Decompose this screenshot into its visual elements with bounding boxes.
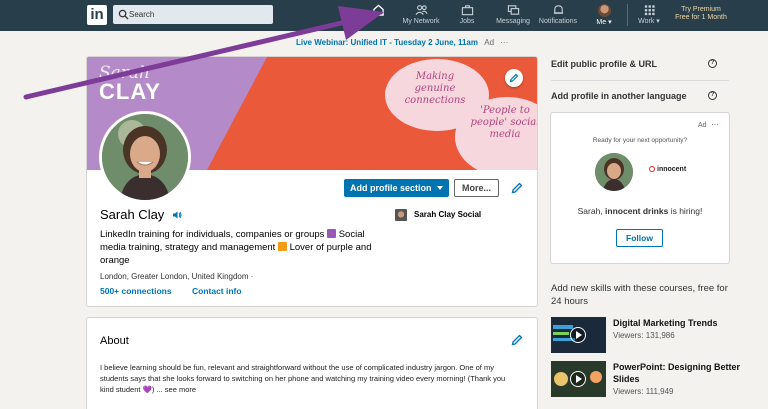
messaging-icon (507, 5, 519, 15)
ad-company-name: innocent (657, 166, 687, 173)
ad-message-company: innocent drinks (605, 206, 669, 216)
ad-message-part-1: Sarah, (577, 206, 606, 216)
profile-card: Sarah CLAY Making genuine connections 'P… (87, 57, 537, 306)
edit-public-profile-link[interactable]: Edit public profile & URL (551, 59, 657, 69)
nav-my-network[interactable]: My Network (398, 4, 444, 28)
ad-options-button[interactable]: ··· (711, 120, 719, 129)
rail-divider (551, 80, 729, 81)
search-icon (118, 9, 129, 20)
edit-about-pencil-icon[interactable] (511, 334, 523, 346)
current-company-link[interactable]: Sarah Clay Social (414, 210, 481, 219)
course-item[interactable]: Digital Marketing Trends Viewers: 131,98… (551, 317, 741, 353)
search-box[interactable]: Search (113, 5, 273, 24)
webinar-link[interactable]: Live Webinar: Unified IT (296, 38, 387, 47)
linkedin-logo[interactable]: in (87, 5, 107, 25)
ad-tagline: Ready for your next opportunity? (592, 137, 688, 144)
course-thumbnail (551, 361, 606, 397)
webinar-date[interactable]: - Tuesday 2 June, 11am (387, 38, 478, 47)
nav-divider (627, 4, 628, 26)
add-profile-section-label: Add profile section (350, 183, 432, 193)
purple-square-emoji (327, 229, 337, 238)
help-icon[interactable]: ? (708, 59, 717, 68)
ad-label: Ad (698, 122, 707, 129)
home-icon (372, 4, 384, 16)
nav-messaging[interactable]: Messaging (494, 4, 532, 28)
briefcase-icon (461, 5, 473, 16)
webinar-ad: Live Webinar: Unified IT - Tuesday 2 Jun… (296, 38, 508, 47)
name-pronunciation-speaker-icon[interactable] (172, 210, 182, 220)
help-icon[interactable]: ? (708, 91, 717, 100)
banner-last-name: CLAY (99, 79, 161, 104)
nav-me-label: Me ▾ (596, 19, 612, 26)
course-viewers: Viewers: 131,986 (613, 331, 675, 340)
nav-home[interactable] (368, 4, 388, 28)
courses-heading: Add new skills with these courses, free … (551, 283, 728, 307)
nav-messaging-label: Messaging (496, 18, 530, 25)
pencil-icon (509, 73, 519, 83)
try-premium-link[interactable]: Try Premium Free for 1 Month (668, 6, 734, 22)
about-text: I believe learning should be fun, releva… (100, 363, 506, 394)
about-card: About I believe learning should be fun, … (87, 318, 537, 409)
headline-part-1: LinkedIn training for individuals, compa… (100, 229, 328, 240)
search-input[interactable]: Search (129, 8, 154, 21)
nav-notifications-label: Notifications (538, 18, 578, 25)
banner-text-people: 'People to people' social media (470, 105, 537, 140)
sponsored-ad-card: Ad ··· Ready for your next opportunity? … (551, 113, 729, 263)
profile-headline: LinkedIn training for individuals, compa… (100, 228, 375, 267)
add-profile-section-button[interactable]: Add profile section (344, 179, 449, 197)
ad-message: Sarah, innocent drinks is hiring! (551, 206, 729, 216)
more-button[interactable]: More... (454, 179, 499, 197)
ad-label: Ad (484, 38, 495, 47)
nav-jobs[interactable]: Jobs (455, 4, 479, 28)
banner-text-connections: Making genuine connections (404, 71, 466, 106)
nav-notifications[interactable]: Notifications (536, 4, 580, 28)
edit-banner-button[interactable] (505, 69, 523, 87)
course-title[interactable]: PowerPoint: Designing Better Slides (613, 361, 743, 385)
ad-options-button[interactable]: ··· (500, 38, 508, 47)
orange-square-emoji (277, 242, 287, 251)
follow-button[interactable]: Follow (616, 229, 663, 247)
profile-location: London, Greater London, United Kingdom · (100, 272, 254, 281)
people-icon (414, 5, 428, 16)
nav-me[interactable]: Me ▾ (590, 4, 618, 28)
nav-work[interactable]: Work ▾ (634, 4, 664, 28)
grid-icon (644, 5, 655, 16)
caret-down-icon (437, 186, 443, 190)
about-heading: About (100, 335, 129, 347)
nav-jobs-label: Jobs (459, 18, 475, 25)
ad-message-part-3: is hiring! (668, 206, 703, 216)
innocent-logo: innocent (649, 166, 686, 173)
ad-profile-photo (595, 153, 633, 191)
course-viewers: Viewers: 111,949 (613, 387, 674, 396)
innocent-logo-icon (649, 166, 655, 172)
course-thumbnail (551, 317, 606, 353)
premium-line-1: Try Premium (681, 6, 721, 13)
nav-my-network-label: My Network (402, 18, 440, 25)
company-logo (395, 209, 407, 221)
ad-profile-photo-image (595, 153, 633, 191)
profile-photo[interactable] (99, 111, 191, 203)
connections-link[interactable]: 500+ connections (100, 286, 172, 296)
top-nav-bar: in Search My Network Jobs Messaging Noti… (0, 0, 768, 31)
premium-line-2: Free for 1 Month (675, 14, 727, 21)
play-icon (570, 327, 586, 343)
add-profile-language-link[interactable]: Add profile in another language (551, 91, 687, 101)
nav-work-label: Work ▾ (638, 18, 660, 25)
course-title[interactable]: Digital Marketing Trends (613, 317, 743, 329)
profile-name: Sarah Clay (100, 207, 165, 222)
course-item[interactable]: PowerPoint: Designing Better Slides View… (551, 361, 741, 397)
avatar (597, 4, 611, 17)
edit-intro-pencil-icon[interactable] (511, 182, 523, 194)
play-icon (570, 371, 586, 387)
contact-info-link[interactable]: Contact info (192, 286, 242, 296)
profile-photo-image (102, 114, 188, 200)
bell-icon (553, 5, 563, 14)
